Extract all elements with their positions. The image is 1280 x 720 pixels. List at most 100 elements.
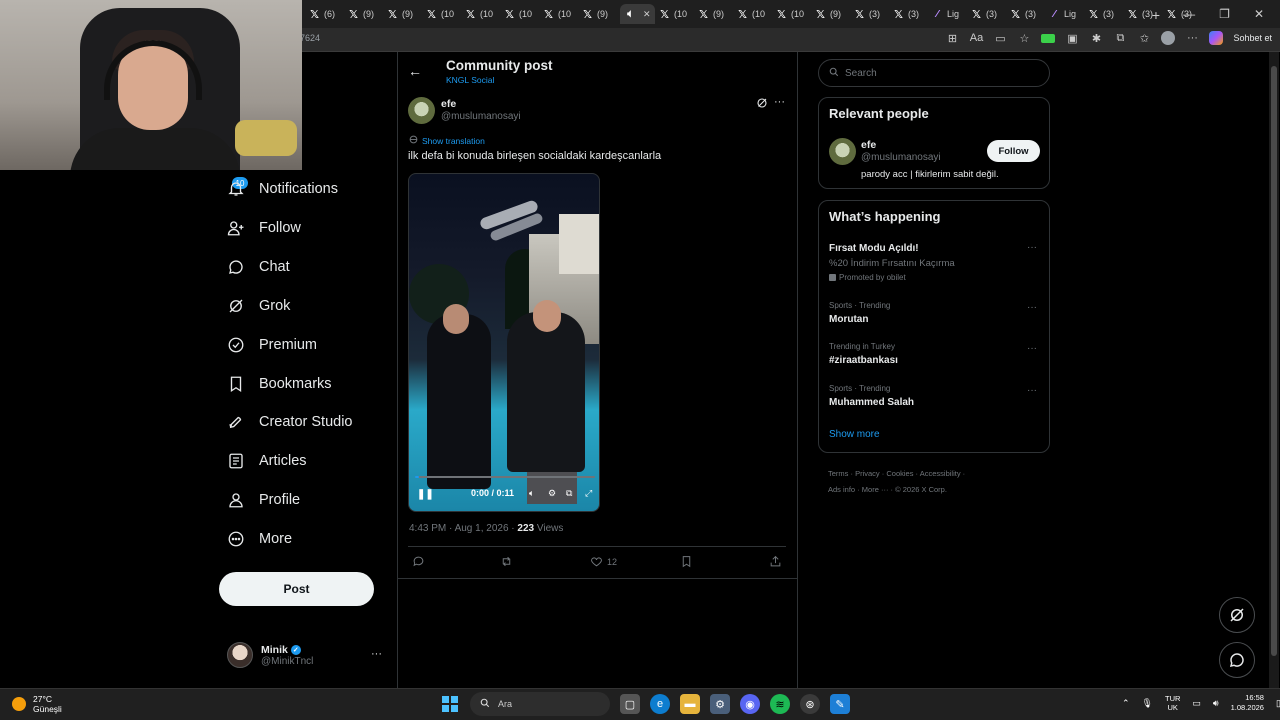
post-author-name[interactable]: efe — [441, 98, 456, 110]
steam-icon[interactable]: ⊛ — [800, 694, 820, 714]
browser-tab[interactable]: 𝕏 (6) — [308, 4, 335, 24]
bookmark-button[interactable] — [680, 555, 693, 568]
browser-tab[interactable]: 𝕏 (3) — [892, 4, 919, 24]
browser-tab[interactable]: 𝕏 (9) — [814, 4, 841, 24]
video-player[interactable]: ❚❚ 0:00 / 0:11 🔈︎ ⚙ ⧉ ⤢ — [408, 173, 600, 512]
clock[interactable]: 16:58 1.08.2026 — [1231, 693, 1264, 713]
footer-link[interactable]: More ··· — [862, 485, 889, 494]
reader-icon[interactable]: Aa — [969, 31, 983, 45]
sidebar-item-bookmarks[interactable]: Bookmarks — [226, 369, 332, 399]
edge-icon[interactable]: e — [650, 694, 670, 714]
microphone-icon[interactable]: 🎙︎ — [1142, 698, 1153, 709]
settings-icon[interactable]: ⚙ — [548, 488, 556, 499]
minimize-icon[interactable]: — — [1183, 7, 1195, 21]
community-link[interactable]: KNGL Social — [446, 75, 494, 85]
start-icon[interactable] — [440, 694, 460, 714]
back-arrow-icon[interactable]: ← — [408, 63, 422, 79]
browser-tab[interactable]: 𝕏 (9) — [697, 4, 724, 24]
sidebar-item-more[interactable]: More — [226, 524, 292, 554]
file-explorer-icon[interactable]: ▬ — [680, 694, 700, 714]
browser-profile-avatar[interactable] — [1161, 31, 1176, 45]
task-view-icon[interactable]: ▢ — [620, 694, 640, 714]
avatar[interactable] — [408, 97, 435, 124]
trend-name[interactable]: #ziraatbankası — [829, 355, 898, 366]
browser-tab[interactable]: ⁄ Lig — [1048, 4, 1076, 24]
browser-tab[interactable]: 𝕏 (3) — [1009, 4, 1036, 24]
browser-menu-icon[interactable]: ··· — [1185, 31, 1199, 45]
sidebar-item-profile[interactable]: Profile — [226, 485, 300, 515]
trend-more-icon[interactable]: ··· — [1027, 302, 1037, 313]
post-timestamp[interactable]: 4:43 PM · Aug 1, 2026 · — [409, 523, 517, 534]
trend-name[interactable]: Muhammed Salah — [829, 397, 914, 408]
browser-tab[interactable]: 𝕏 (10 — [775, 4, 804, 24]
volume-icon[interactable]: 🔈︎ — [529, 488, 534, 499]
taskbar-search[interactable]: Ara — [470, 692, 610, 716]
relevant-handle[interactable]: @muslumanosayi — [861, 152, 941, 163]
browser-tab[interactable]: 𝕏 (10 — [503, 4, 532, 24]
chat-floating-button[interactable] — [1219, 642, 1255, 678]
new-tab-icon[interactable]: + — [1152, 7, 1160, 23]
sidebar-item-premium[interactable]: Premium — [226, 330, 317, 360]
extension-icon[interactable]: ▣ — [1065, 31, 1079, 45]
close-window-icon[interactable]: ✕ — [1254, 7, 1264, 21]
app-icon[interactable]: ✎ — [830, 694, 850, 714]
sidebar-item-notifications[interactable]: Notifications — [226, 174, 338, 204]
weather-widget[interactable]: 27°C Güneşli — [12, 694, 62, 714]
close-tab-icon[interactable]: ✕ — [643, 9, 651, 20]
sidebar-item-grok[interactable]: Grok — [226, 291, 290, 321]
pip-icon[interactable]: ⧉ — [566, 488, 572, 499]
relevant-name[interactable]: efe — [861, 139, 876, 151]
post-button[interactable]: Post — [219, 572, 374, 606]
post-more-icon[interactable]: ··· — [774, 96, 785, 108]
browser-tab[interactable]: 𝕏 (9) — [386, 4, 413, 24]
chevron-up-icon[interactable]: ⌃ — [1122, 698, 1130, 709]
browser-tab[interactable]: 𝕏 (9) — [347, 4, 374, 24]
pause-icon[interactable]: ❚❚ — [417, 489, 434, 500]
show-more-link[interactable]: Show more — [829, 429, 880, 440]
trend-more-icon[interactable]: ··· — [1027, 385, 1037, 396]
video-progress-bar[interactable] — [415, 476, 595, 478]
search-input[interactable]: Search — [818, 59, 1050, 87]
repost-button[interactable] — [500, 555, 513, 568]
footer-link[interactable]: © 2026 X Corp. — [895, 485, 947, 494]
like-button[interactable]: 12 — [590, 555, 617, 568]
language-indicator[interactable]: TUR UK — [1165, 694, 1180, 712]
account-more-icon[interactable]: ··· — [371, 648, 382, 660]
discord-icon[interactable]: ◉ — [740, 694, 760, 714]
sidebar-item-chat[interactable]: Chat — [226, 252, 290, 282]
split-icon[interactable]: ⧉ — [1113, 31, 1127, 45]
fullscreen-icon[interactable]: ⤢ — [585, 488, 592, 499]
maximize-icon[interactable]: ❐ — [1219, 7, 1230, 21]
sidebar-item-articles[interactable]: Articles — [226, 446, 307, 476]
favorite-star-icon[interactable]: ☆ — [1017, 31, 1031, 45]
puzzle-icon[interactable]: ✱ — [1089, 31, 1103, 45]
settings-app-icon[interactable]: ⚙ — [710, 694, 730, 714]
account-switcher[interactable]: Minik ✓ @MinikTncl — [227, 642, 313, 668]
split-screen-icon[interactable]: ⊞ — [945, 31, 959, 45]
footer-link[interactable]: Accessibility — [920, 469, 961, 478]
browser-tab[interactable]: 𝕏 (9) — [581, 4, 608, 24]
browser-tab[interactable]: 𝕏 (3) — [1087, 4, 1114, 24]
footer-link[interactable]: Terms — [828, 469, 848, 478]
footer-link[interactable]: Privacy — [855, 469, 880, 478]
copilot-icon[interactable] — [1209, 31, 1224, 45]
browser-tab[interactable]: 𝕏 (10 — [464, 4, 493, 24]
browser-tab[interactable]: 𝕏 (10 — [736, 4, 765, 24]
spotify-icon[interactable]: ≋ — [770, 694, 790, 714]
browser-tab[interactable]: 𝕏 (10 — [658, 4, 687, 24]
footer-link[interactable]: Ads info — [828, 485, 855, 494]
avatar[interactable] — [829, 138, 856, 165]
browser-tab[interactable]: ⁄ Lig — [931, 4, 959, 24]
extension-green-icon[interactable] — [1041, 33, 1056, 43]
footer-link[interactable]: Cookies — [886, 469, 913, 478]
network-icon[interactable]: ▭ — [1192, 698, 1201, 709]
post-author-handle[interactable]: @muslumanosayi — [441, 111, 521, 122]
copilot-label[interactable]: Sohbet et — [1233, 33, 1272, 43]
volume-icon[interactable]: 🔊︎ — [1213, 698, 1219, 709]
trend-name[interactable]: Morutan — [829, 314, 868, 325]
browser-tab[interactable]: 🔈︎ ✕ — [620, 4, 655, 24]
reply-button[interactable] — [412, 555, 425, 568]
browser-tab[interactable]: 𝕏 (10 — [542, 4, 571, 24]
share-button[interactable] — [769, 555, 782, 568]
follow-button[interactable]: Follow — [987, 140, 1040, 162]
